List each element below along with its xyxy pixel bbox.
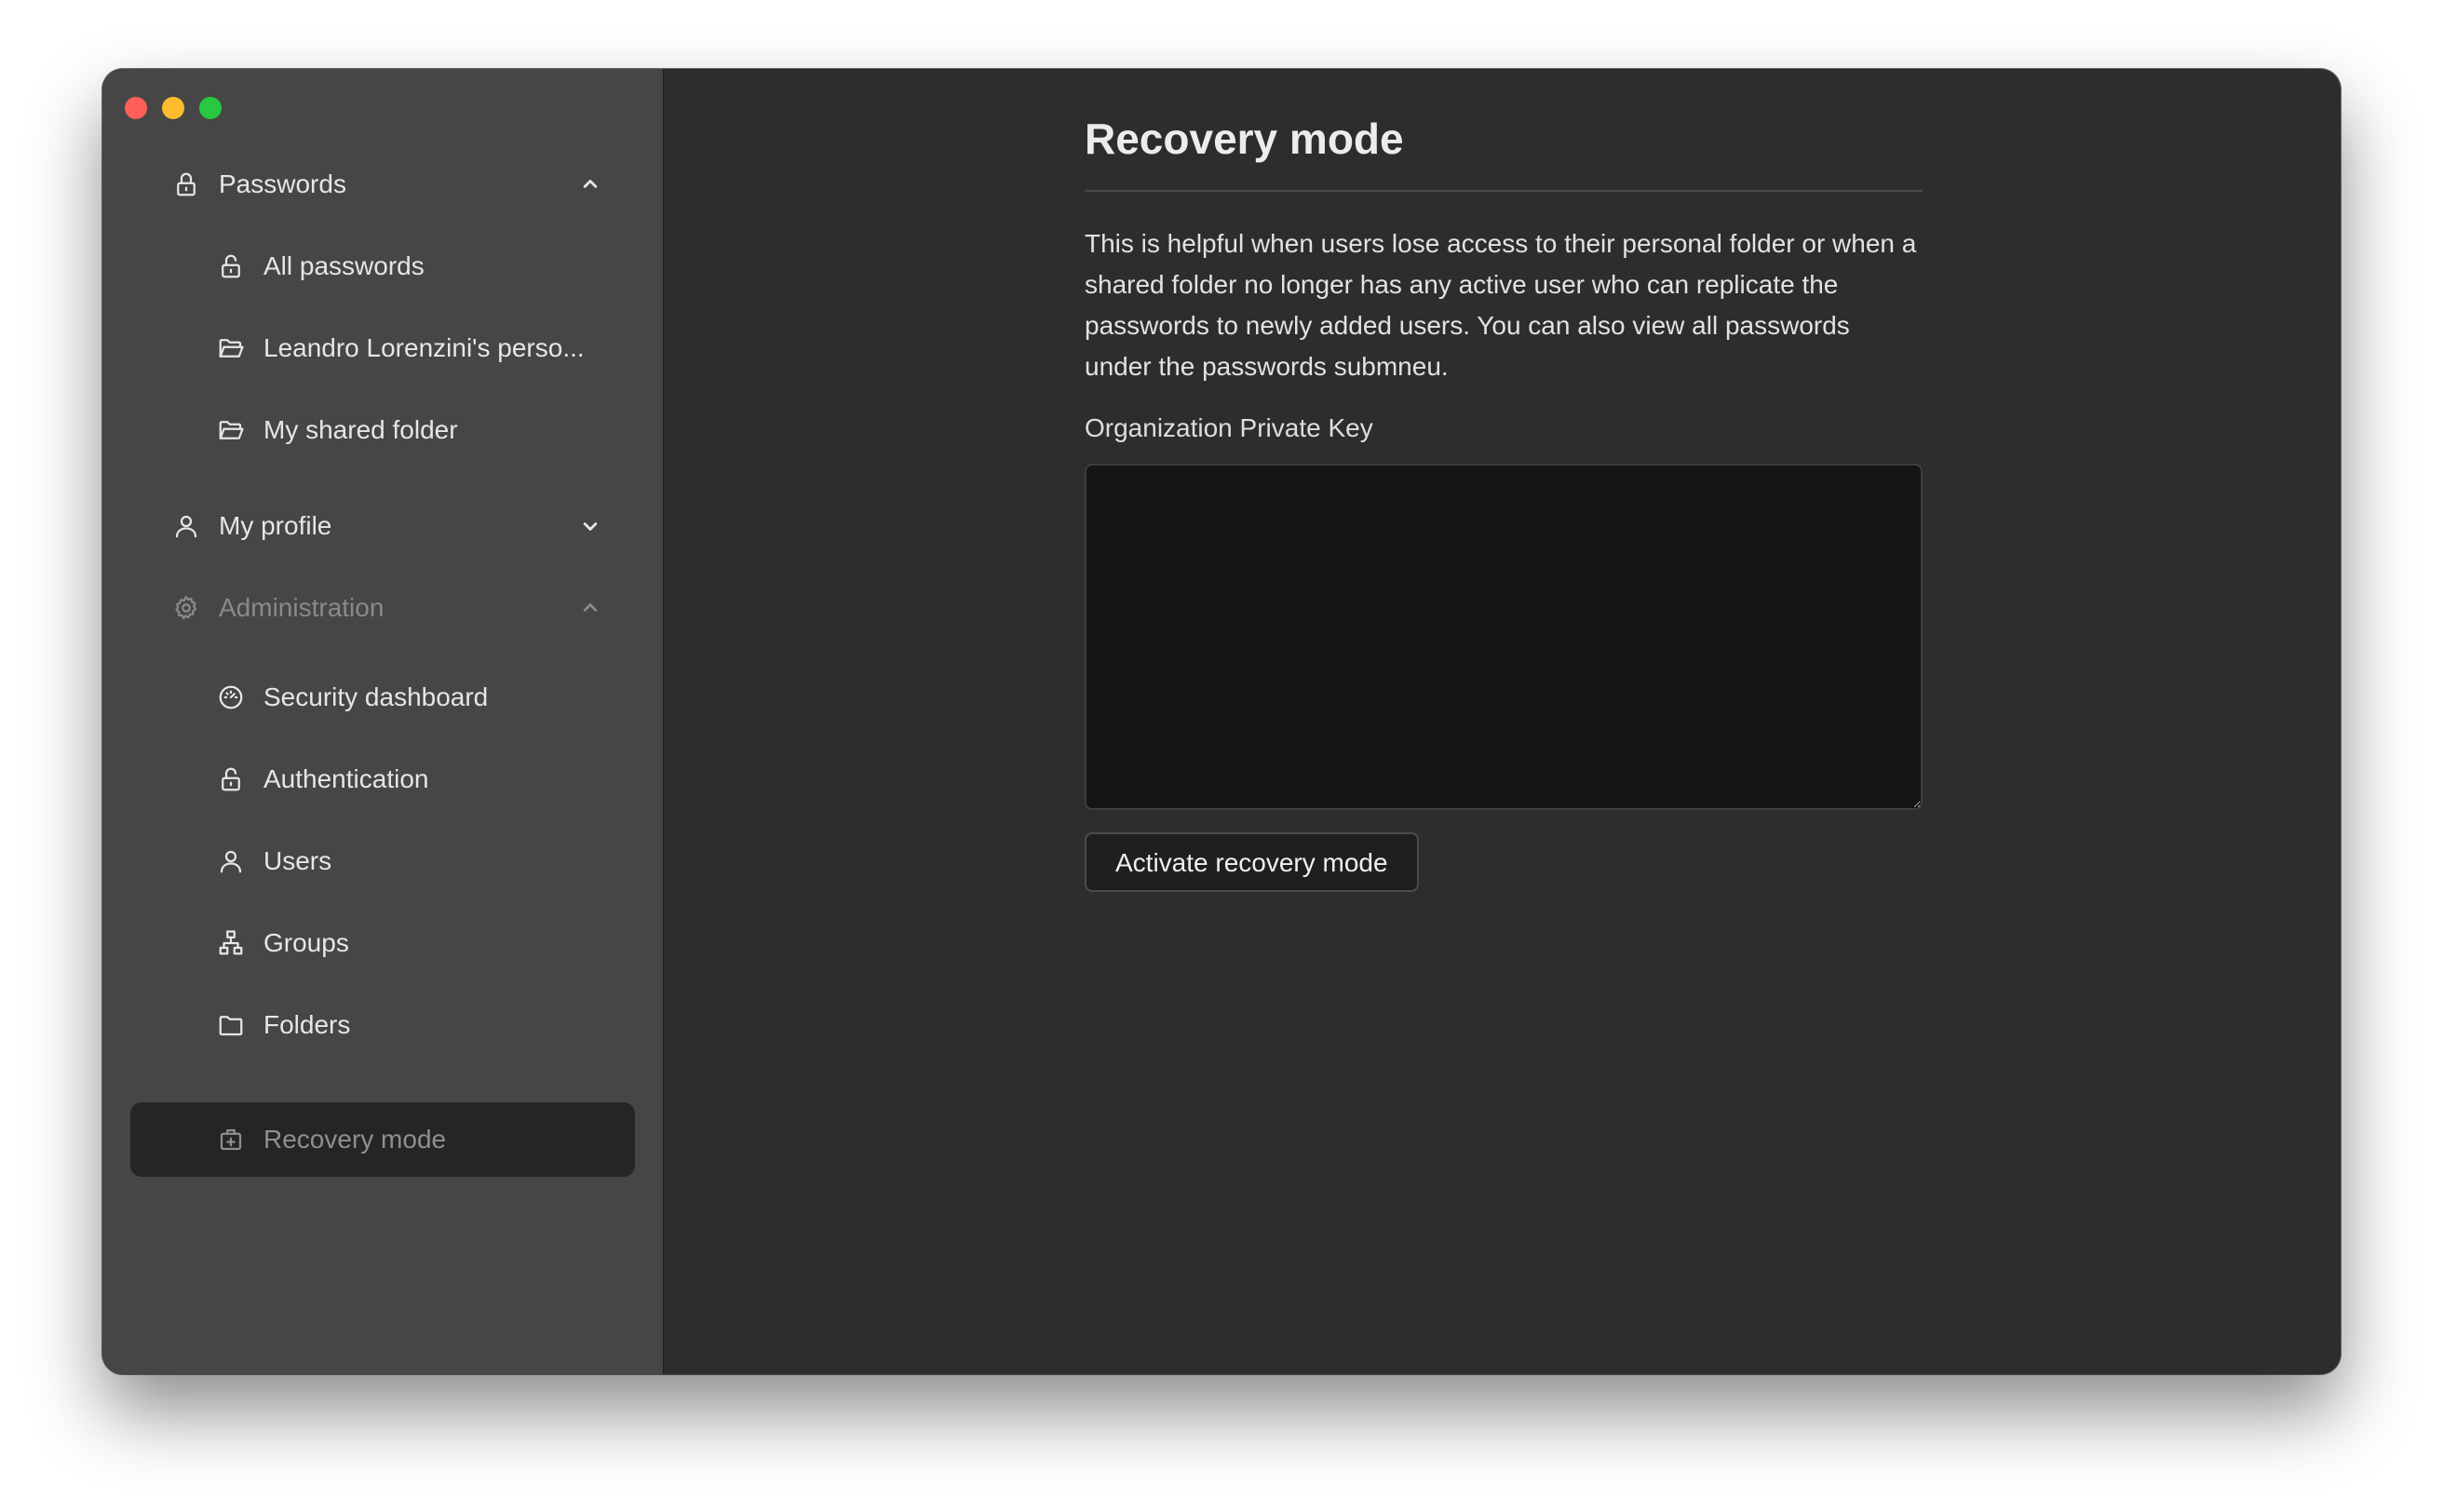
title-divider — [1085, 190, 1923, 192]
sidebar-section-label: Administration — [219, 593, 385, 622]
close-window-button[interactable] — [125, 97, 147, 119]
main-content: Recovery mode This is helpful when users… — [664, 69, 2341, 1374]
sidebar-section-label: Passwords — [219, 169, 346, 198]
lock-open-icon — [216, 251, 246, 281]
sidebar-item-all-passwords[interactable]: All passwords — [102, 229, 663, 304]
folder-open-icon — [216, 333, 246, 363]
page-description: This is helpful when users lose access t… — [1085, 229, 1917, 381]
private-key-label: Organization Private Key — [1085, 413, 1373, 442]
sidebar-item-label: Folders — [263, 1010, 351, 1039]
user-icon — [171, 511, 201, 541]
page-title: Recovery mode — [1085, 115, 1404, 163]
private-key-textarea[interactable] — [1085, 464, 1923, 810]
sidebar-item-folders[interactable]: Folders — [102, 988, 663, 1062]
sidebar-item-label: Security dashboard — [263, 682, 489, 711]
sidebar-item-groups[interactable]: Groups — [102, 906, 663, 980]
lock-icon — [171, 169, 201, 199]
sidebar-item-security-dashboard[interactable]: Security dashboard — [102, 660, 663, 735]
app-window: Passwords All passwords Leandro Lorenzin… — [102, 69, 2341, 1374]
sidebar-item-label: Leandro Lorenzini's perso... — [263, 333, 585, 362]
sidebar-section-administration[interactable]: Administration — [102, 571, 663, 645]
sidebar-item-users[interactable]: Users — [102, 824, 663, 898]
sidebar-item-label: Recovery mode — [263, 1125, 447, 1154]
recovery-mode-panel: Recovery mode This is helpful when users… — [1085, 114, 1923, 892]
sidebar-item-recovery-mode-active[interactable]: Recovery mode — [102, 1102, 664, 1177]
user-icon — [216, 846, 246, 876]
recovery-box-icon — [216, 1125, 246, 1154]
minimize-window-button[interactable] — [162, 97, 184, 119]
chevron-up-icon[interactable] — [577, 171, 603, 197]
activate-recovery-mode-button[interactable]: Activate recovery mode — [1085, 832, 1419, 892]
folder-icon — [216, 1010, 246, 1040]
sidebar-section-passwords[interactable]: Passwords — [102, 147, 663, 222]
window-controls — [125, 97, 222, 119]
sidebar-section-my-profile[interactable]: My profile — [102, 489, 663, 563]
sidebar-item-authentication[interactable]: Authentication — [102, 742, 663, 817]
gear-icon — [171, 593, 201, 623]
sidebar: Passwords All passwords Leandro Lorenzin… — [102, 69, 664, 1374]
sidebar-section-label: My profile — [219, 511, 332, 540]
zoom-window-button[interactable] — [199, 97, 222, 119]
hierarchy-icon — [216, 928, 246, 958]
sidebar-item-personal-folder[interactable]: Leandro Lorenzini's perso... — [102, 311, 663, 385]
sidebar-item-label: Authentication — [263, 764, 429, 793]
sidebar-item-label: My shared folder — [263, 415, 458, 444]
chevron-up-icon[interactable] — [577, 595, 603, 621]
gauge-icon — [216, 682, 246, 712]
sidebar-item-label: Users — [263, 846, 332, 875]
sidebar-item-label: Groups — [263, 928, 349, 957]
chevron-down-icon[interactable] — [577, 513, 603, 539]
lock-open-icon — [216, 764, 246, 794]
folder-open-icon — [216, 415, 246, 445]
sidebar-item-shared-folder[interactable]: My shared folder — [102, 393, 663, 467]
sidebar-item-label: All passwords — [263, 251, 425, 280]
